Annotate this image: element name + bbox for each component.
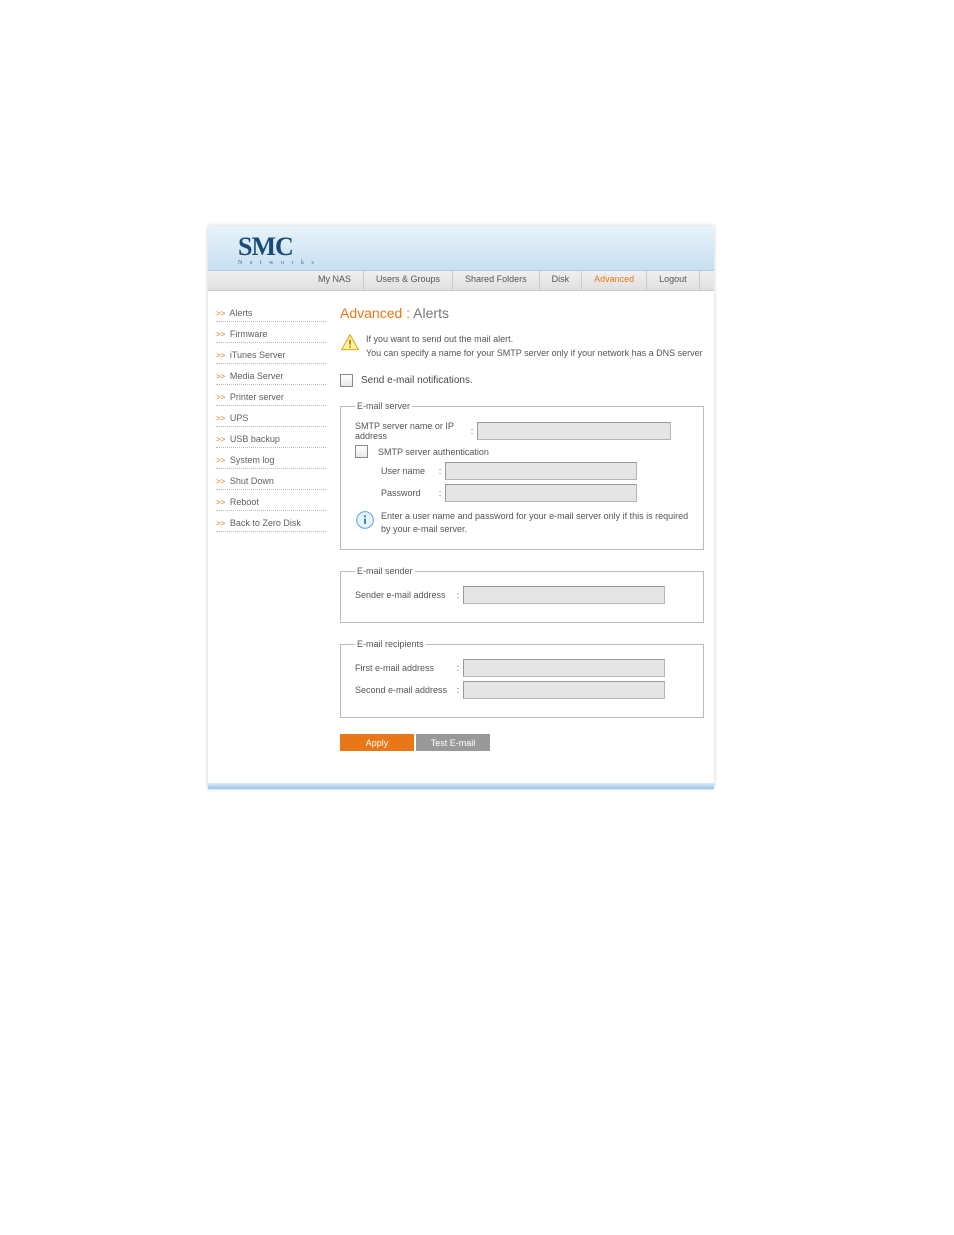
alert-line1: If you want to send out the mail alert.: [366, 333, 703, 347]
sidebar-item-firmware[interactable]: >> Firmware: [216, 326, 326, 343]
first-email-label: First e-mail address: [355, 663, 453, 673]
email-sender-legend: E-mail sender: [355, 566, 415, 576]
send-notify-row: Send e-mail notifications.: [340, 374, 704, 387]
first-email-input[interactable]: [463, 659, 665, 677]
arrow-icon: >>: [216, 393, 225, 402]
arrow-icon: >>: [216, 330, 225, 339]
nav-advanced[interactable]: Advanced: [582, 271, 647, 290]
sender-input[interactable]: [463, 586, 665, 604]
nav-my-nas[interactable]: My NAS: [306, 271, 364, 290]
logo-text: SMC: [238, 232, 317, 262]
arrow-icon: >>: [216, 309, 225, 318]
send-notify-label: Send e-mail notifications.: [361, 375, 473, 386]
main-content: Advanced : Alerts If you want to send ou…: [330, 291, 714, 783]
logo: SMC N e t w o r k s: [238, 232, 317, 266]
username-input[interactable]: [445, 462, 637, 480]
password-label: Password: [381, 488, 435, 498]
sidebar-item-system-log[interactable]: >> System log: [216, 452, 326, 469]
arrow-icon: >>: [216, 435, 225, 444]
title-page: Alerts: [410, 305, 449, 321]
sidebar-item-shut-down[interactable]: >> Shut Down: [216, 473, 326, 490]
header: SMC N e t w o r k s: [208, 226, 714, 271]
sidebar-item-itunes-server[interactable]: >> iTunes Server: [216, 347, 326, 364]
email-recipients-fieldset: E-mail recipients First e-mail address :…: [340, 639, 704, 718]
second-email-input[interactable]: [463, 681, 665, 699]
email-sender-fieldset: E-mail sender Sender e-mail address :: [340, 566, 704, 623]
sidebar-item-reboot[interactable]: >> Reboot: [216, 494, 326, 511]
nav-shared-folders[interactable]: Shared Folders: [453, 271, 540, 290]
arrow-icon: >>: [216, 519, 225, 528]
email-recipients-legend: E-mail recipients: [355, 639, 426, 649]
title-section: Advanced :: [340, 305, 410, 321]
logo-subtext: N e t w o r k s: [238, 260, 317, 266]
info-text: Enter a user name and password for your …: [381, 510, 693, 535]
sidebar-item-printer-server[interactable]: >> Printer server: [216, 389, 326, 406]
sidebar-item-ups[interactable]: >> UPS: [216, 410, 326, 427]
sidebar-item-back-to-zero-disk[interactable]: >> Back to Zero Disk: [216, 515, 326, 532]
arrow-icon: >>: [216, 498, 225, 507]
smtp-auth-checkbox[interactable]: [355, 445, 368, 458]
smtp-label: SMTP server name or IP address: [355, 421, 467, 441]
page-title: Advanced : Alerts: [340, 305, 704, 321]
footer-bar: [208, 783, 714, 789]
sidebar-item-usb-backup[interactable]: >> USB backup: [216, 431, 326, 448]
warning-icon: [340, 333, 360, 353]
test-email-button[interactable]: Test E-mail: [416, 734, 490, 751]
email-server-fieldset: E-mail server SMTP server name or IP add…: [340, 401, 704, 550]
sidebar-item-media-server[interactable]: >> Media Server: [216, 368, 326, 385]
info-icon: [355, 510, 375, 530]
alert-box: If you want to send out the mail alert. …: [340, 333, 704, 360]
alert-line2: You can specify a name for your SMTP ser…: [366, 347, 703, 361]
arrow-icon: >>: [216, 477, 225, 486]
send-notify-checkbox[interactable]: [340, 374, 353, 387]
sidebar: >> Alerts >> Firmware >> iTunes Server >> M…: [208, 291, 330, 783]
second-email-label: Second e-mail address: [355, 685, 453, 695]
nav-logout[interactable]: Logout: [647, 271, 700, 290]
arrow-icon: >>: [216, 456, 225, 465]
arrow-icon: >>: [216, 351, 225, 360]
smtp-auth-label: SMTP server authentication: [378, 447, 489, 457]
arrow-icon: >>: [216, 414, 225, 423]
app-window: SMC N e t w o r k s My NASUsers & Groups…: [208, 226, 714, 789]
nav-users-groups[interactable]: Users & Groups: [364, 271, 453, 290]
arrow-icon: >>: [216, 372, 225, 381]
smtp-input[interactable]: [477, 422, 671, 440]
sidebar-item-alerts[interactable]: >> Alerts: [216, 305, 326, 322]
password-input[interactable]: [445, 484, 637, 502]
sender-label: Sender e-mail address: [355, 590, 453, 600]
username-label: User name: [381, 466, 435, 476]
nav-disk[interactable]: Disk: [540, 271, 583, 290]
top-nav: My NASUsers & GroupsShared FoldersDiskAd…: [208, 271, 714, 291]
apply-button[interactable]: Apply: [340, 734, 414, 751]
email-server-legend: E-mail server: [355, 401, 412, 411]
